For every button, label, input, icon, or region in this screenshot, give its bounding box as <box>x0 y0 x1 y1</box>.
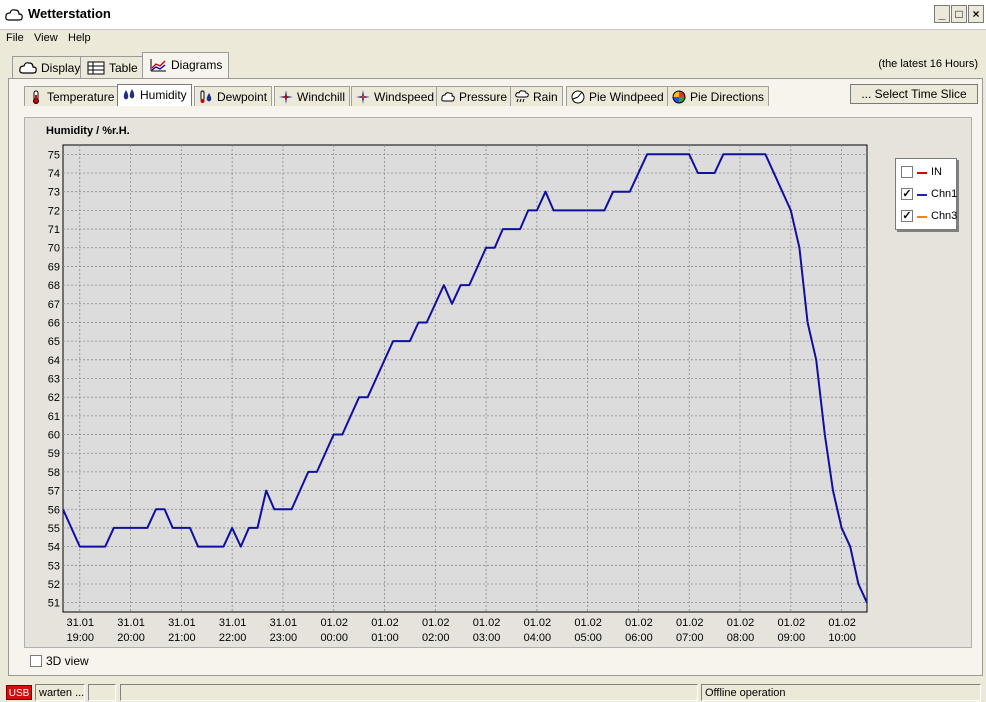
3d-view-toggle[interactable]: 3D view <box>30 654 89 668</box>
tab-humidity[interactable]: Humidity <box>117 84 192 106</box>
menu-help[interactable]: Help <box>68 32 91 44</box>
tab-pie-directions-label: Pie Directions <box>690 90 765 104</box>
tab-pie-directions[interactable]: Pie Directions <box>667 86 770 106</box>
legend-in-swatch <box>917 172 927 174</box>
pie-windspeed-icon <box>571 90 585 104</box>
legend-chn1-swatch <box>917 194 927 196</box>
thermometer-icon <box>33 90 39 104</box>
chart-title: Humidity / %r.H. <box>46 125 130 137</box>
pressure-icon <box>441 92 455 102</box>
main-tab-strip: Display Table Diagrams (the latest 16 Ho… <box>0 52 986 78</box>
tab-windspeed[interactable]: Windspeed <box>351 86 440 106</box>
tab-table-label: Table <box>109 61 138 75</box>
tab-pressure-label: Pressure <box>459 90 508 104</box>
pie-directions-icon <box>672 90 686 104</box>
close-button[interactable]: × <box>968 5 984 23</box>
3d-view-checkbox[interactable] <box>30 655 42 667</box>
tab-table[interactable]: Table <box>80 56 145 78</box>
windchill-icon <box>279 90 293 104</box>
tab-temperature-label: Temperature <box>47 90 115 104</box>
tab-dewpoint[interactable]: Dewpoint <box>194 86 273 106</box>
legend-chn3-checkbox[interactable]: ✓ <box>901 210 913 222</box>
tab-pie-windspeed[interactable]: Pie Windpeed <box>566 86 669 106</box>
menu-bar: File View Help <box>0 30 986 50</box>
table-icon <box>87 61 105 75</box>
tab-windchill[interactable]: Windchill <box>274 86 351 106</box>
legend-chn3-swatch <box>917 216 927 218</box>
tab-humidity-label: Humidity <box>140 88 187 102</box>
title-bar[interactable]: Wetterstation _ □ × <box>0 0 986 30</box>
windspeed-icon <box>356 90 370 104</box>
menu-view[interactable]: View <box>34 32 58 44</box>
rain-icon <box>515 90 529 103</box>
tab-diagrams[interactable]: Diagrams <box>142 52 230 78</box>
legend-in-label: IN <box>931 166 942 178</box>
legend-chn3-label: Chn3 <box>931 210 958 222</box>
legend-chn1-label: Chn1 <box>931 188 958 200</box>
select-time-slice-button[interactable]: ... Select Time Slice <box>850 84 978 104</box>
status-state: warten ... <box>35 684 85 701</box>
tab-windspeed-label: Windspeed <box>374 90 435 104</box>
diagram-icon <box>150 59 166 72</box>
minimize-button[interactable]: _ <box>934 5 950 23</box>
usb-status-badge: USB <box>6 685 32 700</box>
status-empty-cell <box>88 684 116 701</box>
tab-dewpoint-label: Dewpoint <box>217 90 268 104</box>
tab-display-label: Display <box>41 61 81 75</box>
maximize-button[interactable]: □ <box>951 5 967 23</box>
chart-legend: IN ✓ Chn1 ✓ Chn3 <box>895 158 957 230</box>
tab-display[interactable]: Display <box>12 56 88 78</box>
tab-rain-label: Rain <box>533 90 558 104</box>
window-title: Wetterstation <box>28 6 111 21</box>
tab-diagrams-label: Diagrams <box>171 58 223 72</box>
tab-pressure[interactable]: Pressure <box>436 86 513 106</box>
dewpoint-icon <box>200 90 212 103</box>
tab-pie-windspeed-label: Pie Windpeed <box>589 90 664 104</box>
3d-view-label: 3D view <box>46 654 89 668</box>
humidity-icon <box>123 89 135 100</box>
time-range-label: (the latest 16 Hours) <box>878 58 978 70</box>
tab-windchill-label: Windchill <box>297 90 346 104</box>
app-window: Wetterstation _ □ × File View Help Displ… <box>0 0 986 702</box>
cloud-icon <box>5 9 23 21</box>
cloud-icon <box>19 62 37 74</box>
menu-file[interactable]: File <box>6 32 24 44</box>
status-mode: Offline operation <box>701 684 981 701</box>
legend-in-checkbox[interactable] <box>901 166 913 178</box>
tab-temperature[interactable]: Temperature <box>24 86 120 106</box>
status-bar: USB warten ... Offline operation <box>0 682 986 702</box>
tab-rain[interactable]: Rain <box>510 86 563 106</box>
legend-chn1-checkbox[interactable]: ✓ <box>901 188 913 200</box>
chart-area <box>24 117 972 648</box>
status-progress <box>120 684 698 701</box>
